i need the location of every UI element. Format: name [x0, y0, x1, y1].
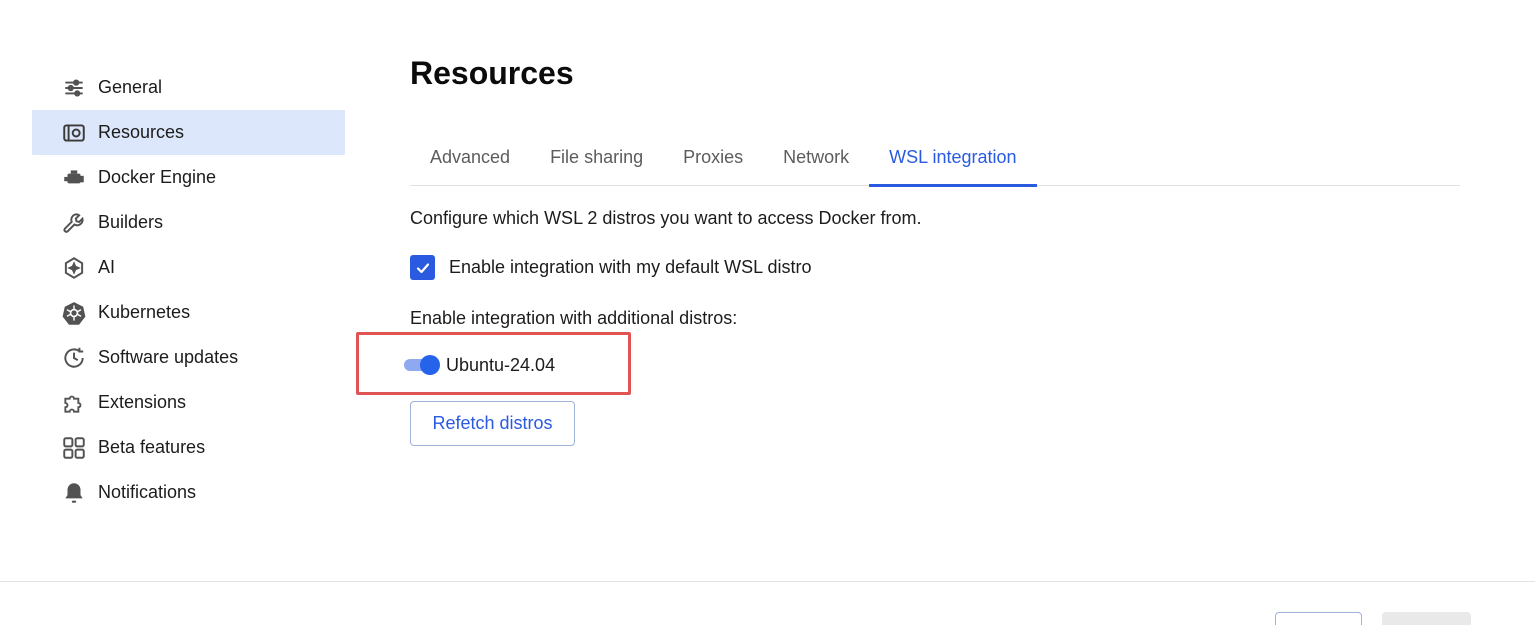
sidebar-item-kubernetes[interactable]: Kubernetes: [32, 290, 345, 335]
default-distro-row: Enable integration with my default WSL d…: [410, 255, 812, 280]
footer-divider: [0, 581, 1535, 582]
ai-sparkle-icon: [60, 254, 88, 282]
sidebar-item-label: Builders: [98, 212, 164, 232]
settings-window: General Resources Docker Engine Builders…: [0, 0, 1535, 625]
footer-primary-button[interactable]: [1382, 612, 1471, 625]
grid-icon: [60, 434, 88, 462]
sidebar-item-resources[interactable]: Resources: [32, 110, 345, 155]
refetch-distros-button[interactable]: Refetch distros: [410, 401, 575, 446]
bell-icon: [60, 479, 88, 507]
sidebar-item-label: Beta features: [98, 437, 206, 457]
distro-toggle[interactable]: [404, 354, 440, 376]
sidebar-item-software-updates[interactable]: Software updates: [32, 335, 345, 380]
tab-advanced[interactable]: Advanced: [410, 128, 530, 186]
sidebar-item-beta-features[interactable]: Beta features: [32, 425, 345, 470]
sidebar-item-ai[interactable]: AI: [32, 245, 345, 290]
distro-label: Ubuntu-24.04: [446, 354, 556, 375]
default-distro-checkbox[interactable]: [410, 255, 435, 280]
sidebar-item-label: AI: [98, 257, 116, 277]
sidebar-item-label: Kubernetes: [98, 302, 191, 322]
sidebar-item-label: General: [98, 77, 163, 97]
sidebar-item-label: Notifications: [98, 482, 197, 502]
resources-tabs: Advanced File sharing Proxies Network WS…: [410, 128, 1460, 187]
footer-secondary-button[interactable]: [1275, 612, 1362, 625]
wsl-description: Configure which WSL 2 distros you want t…: [410, 208, 922, 228]
sidebar-item-general[interactable]: General: [32, 65, 345, 110]
additional-distros-label: Enable integration with additional distr…: [410, 308, 738, 328]
distro-row: Ubuntu-24.04: [404, 354, 555, 376]
tab-proxies[interactable]: Proxies: [663, 128, 763, 186]
sidebar-item-extensions[interactable]: Extensions: [32, 380, 345, 425]
disk-icon: [60, 119, 88, 147]
puzzle-icon: [60, 389, 88, 417]
kubernetes-icon: [60, 299, 88, 327]
settings-sidebar: General Resources Docker Engine Builders…: [32, 65, 345, 515]
sidebar-item-notifications[interactable]: Notifications: [32, 470, 345, 515]
sidebar-item-label: Resources: [98, 122, 185, 142]
tab-wsl-integration[interactable]: WSL integration: [869, 128, 1037, 187]
page-title: Resources: [410, 55, 574, 91]
tab-file-sharing[interactable]: File sharing: [530, 128, 663, 186]
toggle-knob: [420, 355, 440, 375]
clock-update-icon: [60, 344, 88, 372]
sliders-icon: [60, 74, 88, 102]
sidebar-item-builders[interactable]: Builders: [32, 200, 345, 245]
default-distro-label: Enable integration with my default WSL d…: [449, 257, 812, 277]
tab-network[interactable]: Network: [763, 128, 869, 186]
check-icon: [416, 262, 429, 273]
sidebar-item-label: Software updates: [98, 347, 239, 367]
engine-icon: [60, 164, 88, 192]
wrench-icon: [60, 209, 88, 237]
sidebar-item-label: Docker Engine: [98, 167, 217, 187]
sidebar-item-docker-engine[interactable]: Docker Engine: [32, 155, 345, 200]
sidebar-item-label: Extensions: [98, 392, 187, 412]
